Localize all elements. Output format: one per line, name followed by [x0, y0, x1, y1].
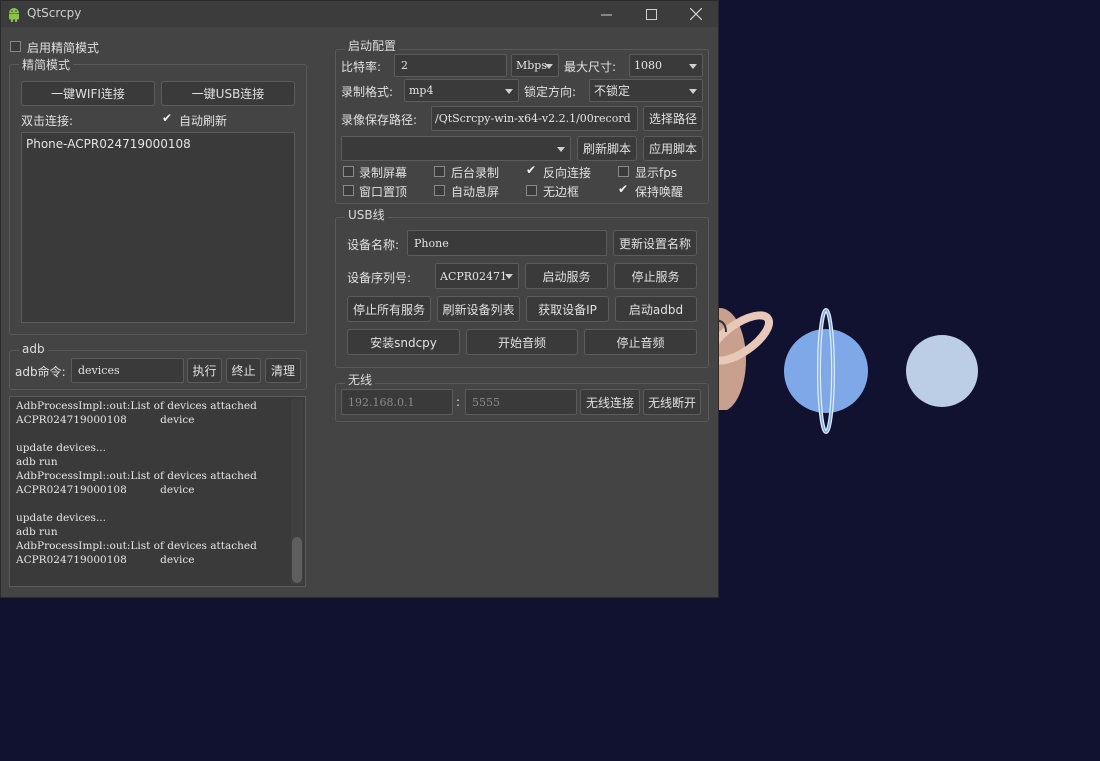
log-scrollbar[interactable] [291, 399, 303, 584]
auto-screen-off-checkbox[interactable] [434, 185, 445, 196]
android-icon [9, 8, 19, 22]
show-fps-checkbox[interactable] [618, 166, 629, 177]
terminate-button[interactable]: 终止 [226, 358, 261, 383]
stop-audio-button[interactable]: 停止音频 [584, 329, 697, 355]
auto-screen-off-label: 自动息屏 [451, 185, 500, 199]
wireless-connect-button[interactable]: 无线连接 [580, 389, 640, 415]
adb-command-input[interactable]: devices [71, 358, 184, 383]
device-list[interactable]: Phone-ACPR024719000108 [21, 132, 295, 323]
always-on-top-checkbox[interactable] [343, 185, 354, 196]
adb-group-title: adb [19, 342, 48, 356]
simple-mode-label: 启用精简模式 [27, 41, 100, 55]
bitrate-unit-value: Mbps [516, 59, 547, 72]
maximize-icon [645, 8, 657, 20]
reverse-connect-checkbox[interactable] [526, 163, 537, 177]
wireless-group-title: 无线 [345, 373, 376, 387]
record-screen-label: 录制屏幕 [359, 166, 408, 180]
window-title: QtScrcpy [27, 6, 82, 20]
pale-moon-planet [906, 335, 978, 407]
lock-orientation-value: 不锁定 [594, 84, 631, 98]
record-format-select[interactable]: mp4 [404, 79, 519, 102]
stop-all-services-button[interactable]: 停止所有服务 [347, 296, 431, 322]
stop-service-button[interactable]: 停止服务 [614, 263, 697, 289]
refresh-script-button[interactable]: 刷新脚本 [577, 136, 637, 161]
update-name-button[interactable]: 更新设置名称 [613, 230, 697, 256]
record-format-label: 录制格式: [341, 85, 394, 99]
apply-script-button[interactable]: 应用脚本 [643, 136, 703, 161]
title-bar[interactable]: QtScrcpy [1, 1, 718, 27]
double-click-label: 双击连接: [21, 114, 74, 128]
ip-port-separator: : [456, 395, 461, 409]
simple-mode-group-title: 精简模式 [19, 58, 74, 72]
script-select[interactable] [341, 136, 571, 161]
install-sndcpy-button[interactable]: 安装sndcpy [347, 329, 460, 355]
background-record-label: 后台录制 [451, 166, 500, 180]
maximize-button[interactable] [628, 1, 674, 27]
device-name-input[interactable]: Phone [407, 230, 607, 256]
close-icon [690, 8, 702, 20]
record-screen-checkbox[interactable] [343, 166, 354, 177]
get-device-ip-button[interactable]: 获取设备IP [526, 296, 609, 322]
start-config-group-title: 启动配置 [345, 39, 400, 53]
record-path-input[interactable]: /QtScrcpy-win-x64-v2.2.1/00record [431, 106, 638, 131]
usb-group-title: USB线 [345, 208, 388, 222]
clear-button[interactable]: 清理 [265, 358, 301, 383]
reverse-connect-label: 反向连接 [543, 166, 592, 180]
execute-button[interactable]: 执行 [187, 358, 222, 383]
log-output[interactable]: AdbProcessImpl::out:List of devices atta… [9, 396, 306, 587]
select-path-button[interactable]: 选择路径 [643, 106, 703, 131]
chevron-down-icon [557, 146, 565, 152]
chevron-down-icon [545, 63, 553, 69]
start-audio-button[interactable]: 开始音频 [466, 329, 578, 355]
always-on-top-label: 窗口置顶 [359, 185, 408, 199]
list-item[interactable]: Phone-ACPR024719000108 [26, 137, 191, 151]
lock-orientation-select[interactable]: 不锁定 [589, 79, 703, 102]
bitrate-input[interactable]: 2 [394, 54, 507, 77]
chevron-down-icon [505, 88, 513, 94]
chevron-down-icon [689, 88, 697, 94]
start-service-button[interactable]: 启动服务 [525, 263, 608, 289]
minimize-button[interactable] [583, 1, 629, 27]
minimize-icon [600, 14, 612, 15]
auto-refresh-label: 自动刷新 [179, 114, 228, 128]
ip-address-input[interactable]: 192.168.0.1 [341, 389, 453, 415]
qtscrcpy-window: QtScrcpy 启用精简模式 精简模式 一键WIFI连接 一键USB连接 双击… [0, 0, 719, 598]
lock-orientation-label: 锁定方向: [524, 85, 577, 99]
chevron-down-icon [505, 274, 513, 279]
bitrate-unit-select[interactable]: Mbps [511, 54, 559, 77]
stay-awake-checkbox[interactable] [618, 182, 629, 196]
serial-select[interactable]: ACPR0247190 [435, 263, 519, 289]
record-format-value: mp4 [409, 84, 434, 97]
serial-value: ACPR0247190 [440, 269, 506, 283]
show-fps-label: 显示fps [635, 166, 678, 180]
start-adbd-button[interactable]: 启动adbd [615, 296, 697, 322]
max-size-value: 1080 [634, 59, 662, 72]
background-record-checkbox[interactable] [434, 166, 445, 177]
uranus-planet [782, 307, 872, 435]
max-size-label: 最大尺寸: [564, 60, 617, 74]
bitrate-label: 比特率: [341, 60, 382, 74]
stay-awake-label: 保持唤醒 [635, 185, 684, 199]
usb-connect-button[interactable]: 一键USB连接 [161, 81, 295, 106]
wireless-disconnect-button[interactable]: 无线断开 [643, 389, 701, 415]
serial-label: 设备序列号: [347, 271, 412, 285]
max-size-select[interactable]: 1080 [629, 54, 703, 77]
adb-command-label: adb命令: [15, 365, 66, 379]
close-button[interactable] [673, 1, 719, 27]
port-input[interactable]: 5555 [465, 389, 577, 415]
log-scroll-thumb[interactable] [292, 537, 302, 583]
device-name-label: 设备名称: [347, 238, 400, 252]
auto-refresh-checkbox[interactable] [162, 111, 173, 125]
chevron-down-icon [689, 63, 697, 69]
log-text: AdbProcessImpl::out:List of devices atta… [16, 400, 257, 566]
frameless-label: 无边框 [543, 185, 580, 199]
refresh-devices-button[interactable]: 刷新设备列表 [437, 296, 520, 322]
frameless-checkbox[interactable] [526, 185, 537, 196]
wifi-connect-button[interactable]: 一键WIFI连接 [21, 81, 155, 106]
simple-mode-checkbox[interactable] [10, 41, 21, 52]
record-path-label: 录像保存路径: [341, 113, 418, 127]
